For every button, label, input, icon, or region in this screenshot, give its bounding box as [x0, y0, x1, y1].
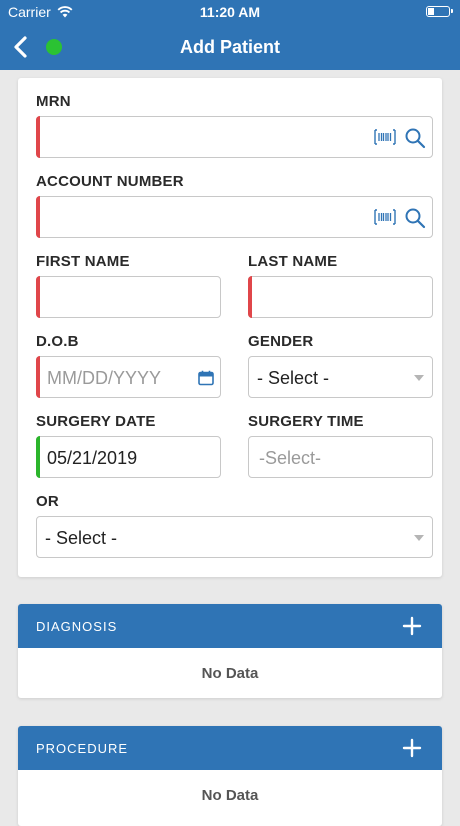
battery-icon: [426, 6, 453, 17]
diagnosis-title: DIAGNOSIS: [36, 619, 118, 634]
diagnosis-empty-text: No Data: [201, 665, 259, 682]
procedure-empty-text: No Data: [201, 787, 259, 804]
dob-placeholder: MM/DD/YYYY: [47, 368, 162, 388]
search-icon[interactable]: [404, 207, 426, 229]
mrn-label: MRN: [36, 93, 71, 110]
plus-icon[interactable]: [402, 738, 422, 758]
or-select[interactable]: - Select -: [36, 516, 433, 558]
nav-bar: Add Patient: [0, 24, 460, 70]
dropdown-caret-icon: [414, 375, 424, 381]
barcode-icon[interactable]: [374, 209, 396, 225]
diagnosis-header: DIAGNOSIS: [18, 604, 442, 648]
or-label: OR: [36, 493, 59, 510]
last-name-field[interactable]: [248, 276, 433, 318]
last-name-label: LAST NAME: [248, 253, 338, 270]
procedure-section: PROCEDURE No Data: [18, 726, 442, 826]
account-number-field[interactable]: [36, 196, 433, 238]
procedure-header: PROCEDURE: [18, 726, 442, 770]
surgery-time-select[interactable]: -Select-: [248, 436, 433, 478]
dob-label: D.O.B: [36, 333, 79, 350]
surgery-date-label: SURGERY DATE: [36, 413, 156, 430]
barcode-icon[interactable]: [374, 129, 396, 145]
patient-form-card: MRN ACCOUNT NUMBER FIRST NAME LAST NAME: [18, 78, 442, 577]
first-name-field[interactable]: [36, 276, 221, 318]
status-time: 11:20 AM: [199, 4, 261, 20]
surgery-date-field[interactable]: 05/21/2019: [36, 436, 221, 478]
dropdown-caret-icon: [414, 535, 424, 541]
or-selected-value: - Select -: [45, 528, 118, 548]
gender-label: GENDER: [248, 333, 314, 350]
surgery-time-label: SURGERY TIME: [248, 413, 364, 430]
calendar-icon[interactable]: [198, 370, 214, 386]
gender-select[interactable]: - Select -: [248, 356, 433, 398]
surgery-date-value: 05/21/2019: [47, 448, 138, 468]
search-icon[interactable]: [404, 127, 426, 149]
status-bar: Carrier 11:20 AM: [0, 0, 460, 24]
surgery-time-placeholder: -Select-: [259, 448, 322, 468]
plus-icon[interactable]: [402, 616, 422, 636]
gender-selected-value: - Select -: [257, 368, 330, 388]
dob-field[interactable]: MM/DD/YYYY: [36, 356, 221, 398]
account-number-label: ACCOUNT NUMBER: [36, 173, 184, 190]
procedure-title: PROCEDURE: [36, 741, 129, 756]
diagnosis-section: DIAGNOSIS No Data: [18, 604, 442, 698]
first-name-label: FIRST NAME: [36, 253, 130, 270]
page-title: Add Patient: [179, 37, 280, 57]
mrn-field[interactable]: [36, 116, 433, 158]
